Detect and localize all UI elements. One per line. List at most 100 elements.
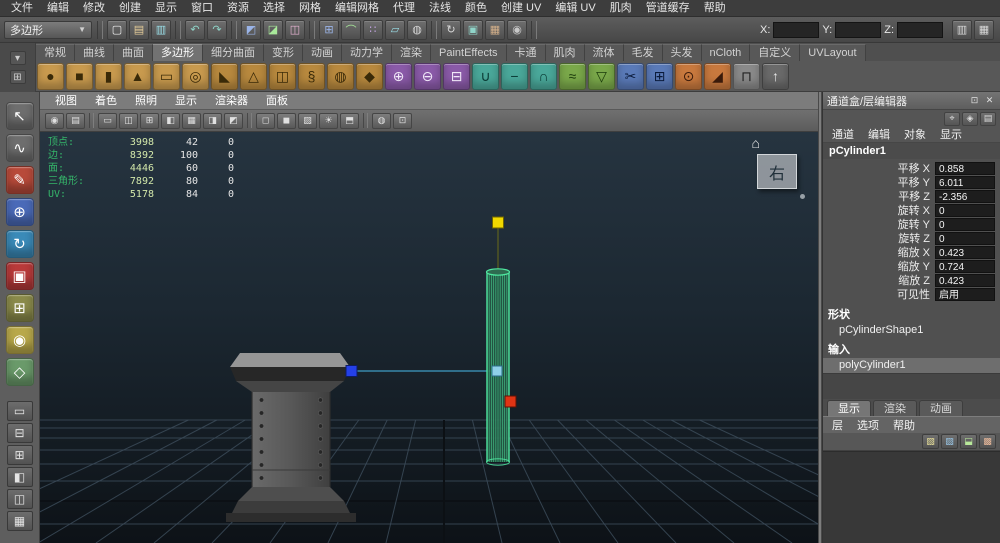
menu-item[interactable]: 编辑 <box>40 0 76 17</box>
menu-item[interactable]: 显示 <box>148 0 184 17</box>
resolution-gate-icon[interactable]: ⊞ <box>140 112 159 129</box>
render-settings-icon[interactable]: ◉ <box>507 19 527 40</box>
bevel-icon[interactable]: ◢ <box>704 62 731 90</box>
construction-history-icon[interactable]: ↻ <box>441 19 461 40</box>
camera-attributes-icon[interactable]: ◉ <box>45 112 64 129</box>
boolean-union-icon[interactable]: ∪ <box>472 62 499 90</box>
manip-y-handle[interactable] <box>492 216 504 229</box>
menu-item[interactable]: 网格 <box>292 0 328 17</box>
shelf-tab[interactable]: 曲面 <box>114 44 153 61</box>
menu-item[interactable]: 修改 <box>76 0 112 17</box>
attribute-value-field[interactable]: 0 <box>935 203 995 217</box>
shelf-tab[interactable]: nCloth <box>701 44 751 61</box>
layer-list[interactable] <box>823 451 1000 543</box>
poly-platonic-icon[interactable]: ◆ <box>356 62 383 90</box>
menu-item[interactable]: 资源 <box>220 0 256 17</box>
select-hierarchy-mode-icon[interactable]: ◩ <box>241 19 261 40</box>
split-polygon-tool-icon[interactable]: ✂ <box>617 62 644 90</box>
shelf-tab[interactable]: 变形 <box>264 44 303 61</box>
selected-object-name[interactable]: pCylinder1 <box>823 143 1000 159</box>
shelf-tab[interactable]: 渲染 <box>392 44 431 61</box>
channel-settings-icon[interactable]: ▤ <box>980 111 996 126</box>
viewport-3d[interactable]: 顶点: 3998 42 0 边: 8392 100 0 面: 4446 60 0… <box>40 132 818 543</box>
lights-toggle-icon[interactable]: ☀ <box>319 112 338 129</box>
poly-cylinder-icon[interactable]: ▮ <box>95 62 122 90</box>
append-polygon-icon[interactable]: ⊞ <box>646 62 673 90</box>
attribute-value-field[interactable]: -2.356 <box>935 189 995 203</box>
merge-vertices-icon[interactable]: ⊙ <box>675 62 702 90</box>
manip-z-handle[interactable] <box>345 365 358 377</box>
menu-item[interactable]: 编辑网格 <box>328 0 386 17</box>
new-scene-icon[interactable]: ▢ <box>107 19 127 40</box>
render-current-frame-icon[interactable]: ▣ <box>463 19 483 40</box>
layout-single-pane-icon[interactable]: ▭ <box>6 401 33 421</box>
poly-pyramid-icon[interactable]: △ <box>240 62 267 90</box>
boolean-intersection-icon[interactable]: ∩ <box>530 62 557 90</box>
poly-pipe-icon[interactable]: ◫ <box>269 62 296 90</box>
layout-hypergraph-icon[interactable]: ▦ <box>6 511 33 531</box>
panel-menu-item[interactable]: 显示 <box>166 92 206 110</box>
menu-item[interactable]: 编辑 UV <box>548 0 602 17</box>
poly-plane-icon[interactable]: ▭ <box>153 62 180 90</box>
shelf-tab-menu-icon[interactable]: ▾ <box>9 51 26 65</box>
shelf-tab[interactable]: 常规 <box>36 44 75 61</box>
bridge-icon[interactable]: ⊓ <box>733 62 760 90</box>
panel-menu-item[interactable]: 照明 <box>126 92 166 110</box>
channel-manip-icon[interactable]: ⌖ <box>944 111 960 126</box>
snap-to-plane-icon[interactable]: ▱ <box>385 19 405 40</box>
panel-close-icon[interactable]: ✕ <box>983 94 996 107</box>
menu-item[interactable]: 选择 <box>256 0 292 17</box>
separator[interactable] <box>363 113 368 128</box>
shelf-tab[interactable]: 毛发 <box>623 44 663 61</box>
select-object-mode-icon[interactable]: ◪ <box>263 19 283 40</box>
menu-item[interactable]: 代理 <box>386 0 422 17</box>
shelf-tab[interactable]: 头发 <box>662 44 702 61</box>
panel-menu-item[interactable]: 面板 <box>257 92 297 110</box>
shelf-tab[interactable]: 曲线 <box>75 44 114 61</box>
new-layer-icon[interactable]: ▨ <box>941 434 958 449</box>
layer-sort-icon[interactable]: ▩ <box>979 434 996 449</box>
snap-to-grid-icon[interactable]: ⊞ <box>319 19 339 40</box>
smooth-icon[interactable]: ≈ <box>559 62 586 90</box>
shelf-tab[interactable]: 肌肉 <box>545 44 585 61</box>
separator[interactable] <box>531 20 537 39</box>
universal-manipulator-icon[interactable]: ⊞ <box>5 294 34 322</box>
menu-item[interactable]: 管道缓存 <box>639 0 697 17</box>
separate-icon[interactable]: ⊖ <box>414 62 441 90</box>
open-scene-icon[interactable]: ▤ <box>129 19 149 40</box>
shelf-tab[interactable]: PaintEffects <box>431 44 507 61</box>
lasso-tool-icon[interactable]: ∿ <box>5 134 34 162</box>
panel-menu-item[interactable]: 视图 <box>46 92 86 110</box>
menu-item[interactable]: 帮助 <box>697 0 733 17</box>
channel-box-menu-item[interactable]: 对象 <box>897 127 933 142</box>
select-tool-icon[interactable]: ↖ <box>5 102 34 130</box>
separator[interactable] <box>231 20 237 39</box>
attribute-value-field[interactable]: 启用 <box>935 287 995 301</box>
scale-tool-icon[interactable]: ▣ <box>5 262 34 290</box>
separator[interactable] <box>97 20 103 39</box>
attribute-value-field[interactable]: 0 <box>935 231 995 245</box>
attribute-value-field[interactable]: 0.423 <box>935 273 995 287</box>
layer-menu-item[interactable]: 层 <box>825 417 850 433</box>
wireframe-mode-icon[interactable]: ◻ <box>256 112 275 129</box>
combine-icon[interactable]: ⊕ <box>385 62 412 90</box>
shelf-tab[interactable]: 细分曲面 <box>203 44 264 61</box>
shadows-toggle-icon[interactable]: ⬒ <box>340 112 359 129</box>
poly-prism-icon[interactable]: ◣ <box>211 62 238 90</box>
reduce-icon[interactable]: ▽ <box>588 62 615 90</box>
gate-mask-icon[interactable]: ◧ <box>161 112 180 129</box>
paint-select-tool-icon[interactable]: ✎ <box>5 166 34 194</box>
manip-x-handle[interactable] <box>504 395 517 408</box>
menu-item[interactable]: 法线 <box>422 0 458 17</box>
shelf-tab[interactable]: 动画 <box>303 44 342 61</box>
redo-icon[interactable]: ↷ <box>207 19 227 40</box>
ipr-render-icon[interactable]: ▦ <box>485 19 505 40</box>
channel-box-menu-item[interactable]: 通道 <box>825 127 861 142</box>
textured-mode-icon[interactable]: ▨ <box>298 112 317 129</box>
shape-node-name[interactable]: pCylinderShape1 <box>823 323 1000 338</box>
poly-soccer-ball-icon[interactable]: ◍ <box>327 62 354 90</box>
xray-mode-icon[interactable]: ◍ <box>372 112 391 129</box>
safe-title-icon[interactable]: ◩ <box>224 112 243 129</box>
layout-two-pane-icon[interactable]: ⊟ <box>6 423 33 443</box>
view-axis-label[interactable]: 右 <box>757 154 797 189</box>
